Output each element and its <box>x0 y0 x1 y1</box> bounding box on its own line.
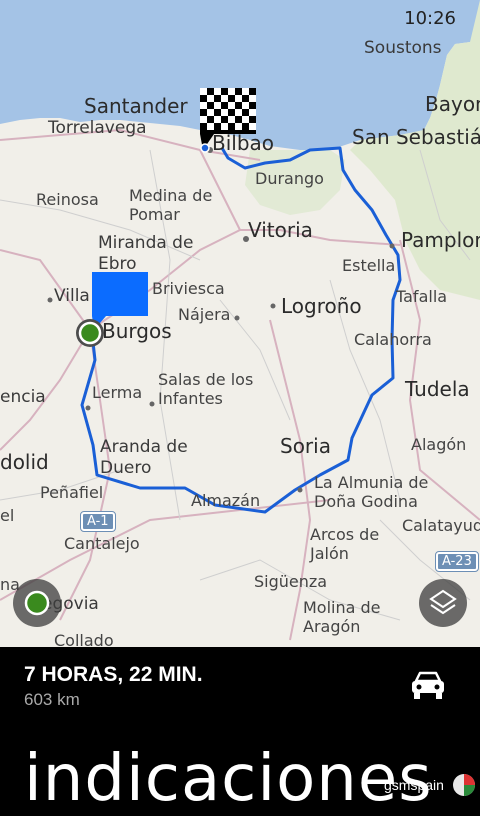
map-label: Bayon <box>425 92 480 116</box>
map-label: Calahorra <box>354 330 432 349</box>
map-label: Salas de los Infantes <box>158 370 254 408</box>
map-label: Torrelavega <box>48 118 147 138</box>
map-label: Peñafiel <box>40 483 104 502</box>
map-label: Reinosa <box>36 190 99 209</box>
map-label: Burgos <box>102 319 172 343</box>
map-label: Estella <box>342 256 396 275</box>
map-label: Medina de Pomar <box>129 186 213 224</box>
road-shield: A-23 <box>435 551 479 572</box>
map-label: Tudela <box>405 377 470 401</box>
map-label: Soria <box>280 434 331 458</box>
layers-icon <box>429 589 457 615</box>
map-label: el <box>0 506 15 525</box>
route-duration: 7 HORAS, 22 MIN. <box>24 663 203 686</box>
map-label: Logroño <box>281 294 362 318</box>
map-label: Sigüenza <box>254 572 328 591</box>
map-label: dolid <box>0 450 49 474</box>
location-button[interactable] <box>13 579 61 627</box>
map-label: Alagón <box>411 435 467 454</box>
map-label: Arcos de Jalón <box>310 525 380 563</box>
map-label: Pamplon <box>401 228 480 252</box>
map-label: Miranda de Ebro <box>98 233 194 274</box>
map-view[interactable]: 10:26 Soustons Bayon Santander Torrelave… <box>0 0 480 647</box>
map-label: Almazán <box>191 491 261 510</box>
status-clock: 10:26 <box>404 8 456 29</box>
road-shield: A-1 <box>80 511 116 532</box>
directions-title[interactable]: indicaciones <box>24 747 433 811</box>
map-label: Collado <box>54 631 114 648</box>
location-dot-icon <box>24 590 50 616</box>
map-label: Aranda de Duero <box>100 437 188 478</box>
map-label: Villa <box>54 286 90 306</box>
map-label: Nájera <box>178 305 231 324</box>
car-icon[interactable] <box>408 669 448 703</box>
map-label: encia <box>0 387 46 407</box>
map-label: Lerma <box>92 383 143 402</box>
layers-button[interactable] <box>419 579 467 627</box>
watermark: gsmspain <box>384 777 444 793</box>
map-label: San Sebastián <box>352 125 480 149</box>
map-label: Santander <box>84 94 188 118</box>
map-label: Cantalejo <box>64 534 140 553</box>
map-label: La Almunia de Doña Godina <box>314 473 429 511</box>
map-label: Tafalla <box>396 287 448 306</box>
map-label: Briviesca <box>152 279 225 298</box>
watermark-logo-icon <box>453 774 475 796</box>
map-label: Bilbao <box>212 131 275 155</box>
map-label: Calatayud <box>402 516 480 535</box>
route-distance: 603 km <box>24 690 80 709</box>
map-label: Soustons <box>364 38 442 58</box>
route-summary-panel: 7 HORAS, 22 MIN. 603 km indicaciones gsm… <box>0 647 480 811</box>
map-label: Molina de Aragón <box>303 598 381 636</box>
map-label: Vitoria <box>248 218 313 242</box>
map-label: Durango <box>255 169 324 188</box>
